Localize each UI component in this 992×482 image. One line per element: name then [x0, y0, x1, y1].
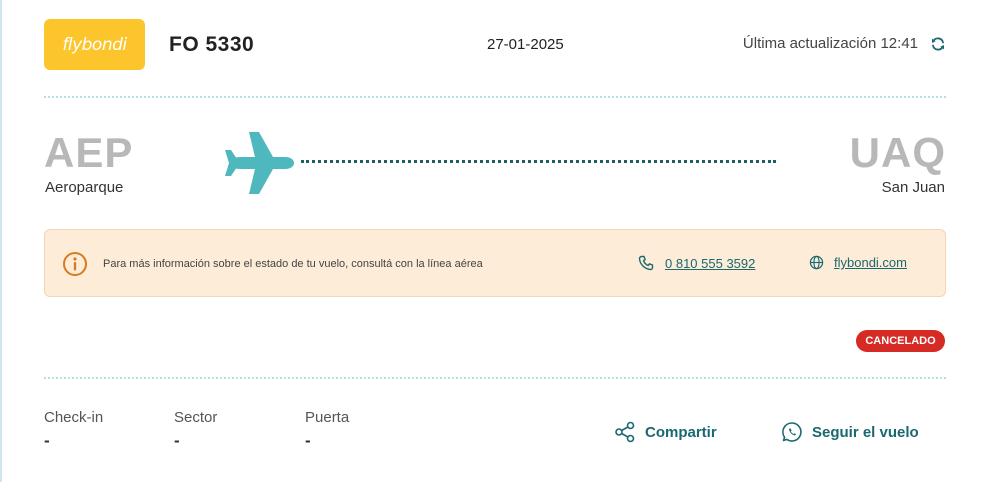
- route-line: [301, 160, 776, 163]
- info-banner: Para más información sobre el estado de …: [44, 229, 946, 297]
- whatsapp-icon: [781, 421, 803, 443]
- flight-number: FO 5330: [169, 33, 255, 56]
- refresh-icon[interactable]: [930, 36, 946, 52]
- checkin-value: -: [44, 431, 50, 450]
- sector-detail: Sector -: [174, 409, 217, 451]
- globe-icon: [809, 255, 824, 270]
- sector-value: -: [174, 431, 180, 450]
- share-label: Compartir: [645, 423, 717, 441]
- website-link[interactable]: flybondi.com: [834, 255, 907, 270]
- destination-code: UAQ: [849, 129, 946, 176]
- share-icon: [614, 421, 636, 443]
- gate-value: -: [305, 431, 311, 450]
- website-contact[interactable]: flybondi.com: [809, 255, 907, 270]
- destination-name: San Juan: [881, 179, 945, 196]
- phone-contact[interactable]: 0 810 555 3592: [638, 255, 755, 271]
- flight-header: flybondi FO 5330 27-01-2025 Última actua…: [44, 19, 946, 71]
- follow-flight-button[interactable]: Seguir el vuelo: [781, 421, 919, 443]
- origin-name: Aeroparque: [45, 179, 124, 196]
- flight-route: AEP Aeroparque UAQ San Juan: [44, 130, 946, 200]
- flight-date: 27-01-2025: [487, 36, 564, 53]
- airline-logo-text: flybondi: [62, 34, 127, 55]
- last-update-text: Última actualización 12:41: [742, 35, 918, 52]
- gate-detail: Puerta -: [305, 409, 349, 451]
- airline-logo: flybondi: [44, 19, 145, 70]
- sector-label: Sector: [174, 409, 218, 426]
- status-badge: CANCELADO: [856, 330, 945, 352]
- last-update: Última actualización 12:41: [743, 35, 946, 52]
- info-icon: [62, 251, 88, 277]
- phone-icon: [638, 255, 654, 271]
- info-message: Para más información sobre el estado de …: [103, 258, 483, 270]
- share-button[interactable]: Compartir: [614, 421, 717, 443]
- checkin-detail: Check-in -: [44, 409, 103, 451]
- follow-flight-label: Seguir el vuelo: [812, 423, 919, 441]
- card-border: [0, 0, 2, 482]
- origin-code: AEP: [44, 129, 134, 176]
- plane-icon: [221, 130, 295, 196]
- divider-bottom: [44, 377, 946, 379]
- checkin-label: Check-in: [44, 409, 104, 426]
- phone-link[interactable]: 0 810 555 3592: [665, 256, 755, 271]
- gate-label: Puerta: [305, 409, 350, 426]
- divider-top: [44, 96, 946, 98]
